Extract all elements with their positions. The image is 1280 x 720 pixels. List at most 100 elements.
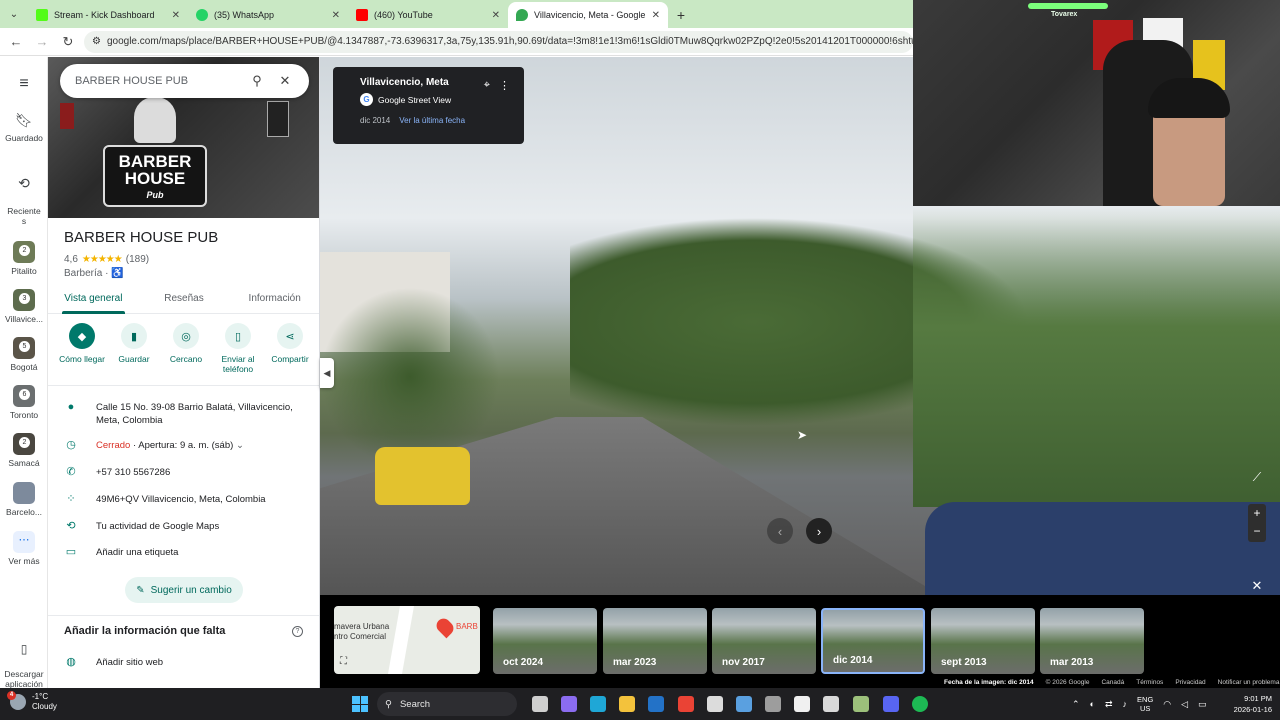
vpn-icon[interactable] [736,696,752,712]
tab-information[interactable]: Información [229,286,319,313]
previous-image-button[interactable]: ‹ [767,518,793,544]
terms-link[interactable]: Términos [1136,679,1163,686]
forward-arrow-icon[interactable]: → [32,32,52,52]
hours-row[interactable]: ◷ Cerrado · Apertura: 9 a. m. (sáb) ⌄ [64,439,310,452]
plus-code-row[interactable]: ⁘ 49M6+QV Villavicencio, Meta, Colombia [64,493,310,506]
rail-item-pitalito[interactable]: 2 Pitalito [0,241,48,276]
explorer-icon[interactable] [619,696,635,712]
tab-overview[interactable]: Vista general [48,286,139,314]
search-input[interactable]: BARBER HOUSE PUB [75,75,243,87]
more-options-icon[interactable]: ⋮ [499,79,510,92]
expand-map-icon[interactable]: ⛶ [340,656,347,667]
url-field[interactable]: ⚙ google.com/maps/place/BARBER+HOUSE+PUB… [84,30,913,53]
location-pin-icon[interactable]: ⌖ [484,79,490,92]
close-tab-icon[interactable]: ✕ [172,10,180,21]
search-label: Search [399,698,431,710]
tray-chevron-up-icon[interactable]: ⌃ [1072,699,1080,710]
task-view-icon[interactable] [532,696,548,712]
region-link[interactable]: Canadá [1101,679,1124,686]
new-tab-button[interactable]: + [668,2,694,28]
store-icon[interactable] [707,696,723,712]
compass-icon[interactable]: ⟋ [1243,470,1271,490]
reload-icon[interactable]: ↻ [58,32,78,52]
weather-widget[interactable]: 4 -1°C Cloudy [7,691,57,712]
phone-row[interactable]: ✆ +57 310 5567286 [64,466,310,479]
timeline-thumb-active[interactable]: dic 2014 [821,608,925,674]
review-count[interactable]: (189) [126,254,149,265]
copilot-icon[interactable] [561,696,577,712]
add-website-row[interactable]: ◍ Añadir sitio web [64,656,310,669]
edge-icon[interactable] [590,696,606,712]
wifi-icon[interactable]: ◠ [1163,699,1171,710]
rail-item-samaca[interactable]: 2 Samacá [0,433,48,468]
send-to-phone-button[interactable]: ▯ Enviar al teléfono [212,323,264,374]
rail-item-villavicencio[interactable]: 3 Villavice... [0,289,48,324]
tray-network-app-icon[interactable]: ⇄ [1105,699,1113,710]
address-row[interactable]: ● Calle 15 No. 39-08 Barrio Balatá, Vill… [64,401,310,427]
taskbar-search[interactable]: ⚲ Search [377,692,517,716]
outlook-icon[interactable] [648,696,664,712]
volume-icon[interactable]: ◁ [1181,699,1188,710]
language-indicator[interactable]: ENG US [1137,695,1153,713]
timeline-thumb[interactable]: mar 2013 [1040,608,1144,674]
collapse-panel-button[interactable]: ◀ [320,358,334,388]
browser-tab-kick[interactable]: Stream - Kick Dashboard ✕ [28,2,188,28]
timeline-thumb[interactable]: oct 2024 [493,608,597,674]
browser-tab-whatsapp[interactable]: (35) WhatsApp ✕ [188,2,348,28]
directions-button[interactable]: ◆ Cómo llegar [56,323,108,374]
site-info-icon[interactable]: ⚙ [92,36,101,47]
rail-item-bogota[interactable]: 5 Bogotá [0,337,48,372]
help-icon[interactable]: ? [292,626,303,637]
privacy-link[interactable]: Privacidad [1175,679,1205,686]
windows-start-icon[interactable] [352,696,368,712]
tab-search-chevron-icon[interactable]: ⌄ [0,0,28,28]
zoom-in-button[interactable]: + [1248,504,1266,522]
close-tab-icon[interactable]: ✕ [652,10,660,21]
spotify-icon[interactable] [912,696,928,712]
mouse-cursor-icon: ➤ [797,428,808,442]
tray-app-icon[interactable]: ◐ [1090,699,1095,709]
report-problem-link[interactable]: Notificar un problema [1218,679,1280,686]
close-street-view-icon[interactable]: ✕ [1249,578,1265,594]
hamburger-menu-icon[interactable]: ≡ [0,75,48,93]
suggest-edit-button[interactable]: ✎ Sugerir un cambio [125,577,243,603]
zoom-out-button[interactable]: − [1248,522,1266,540]
activity-row[interactable]: ⟲ Tu actividad de Google Maps [64,520,310,533]
mini-map[interactable]: mavera Urbana ntro Comercial BARB ⛶ [334,606,480,674]
maps-search-box[interactable]: BARBER HOUSE PUB ⚲ ✕ [60,64,309,98]
tab-reviews[interactable]: Reseñas [139,286,230,313]
rail-item-toronto[interactable]: 6 Toronto [0,385,48,420]
timeline-thumb[interactable]: mar 2023 [603,608,707,674]
search-icon[interactable]: ⚲ [243,73,271,89]
timeline-thumb[interactable]: nov 2017 [712,608,816,674]
place-category[interactable]: Barbería · ♿ [64,268,124,279]
battery-icon[interactable]: ▭ [1198,699,1207,710]
clear-search-icon[interactable]: ✕ [271,73,299,89]
taskbar-clock[interactable]: 9:01 PM 2026-01-16 [1222,693,1272,715]
rail-item-recents[interactable]: ⟲ Reciente s [0,165,48,236]
save-button[interactable]: ▮ Guardar [108,323,160,374]
rail-item-barcelona[interactable]: Barcelo... [0,482,48,517]
chrome-icon[interactable] [678,696,694,712]
discord-icon[interactable] [883,696,899,712]
close-tab-icon[interactable]: ✕ [492,10,500,21]
rail-item-saved[interactable]: 🔖︎ Guardado [0,112,48,143]
close-tab-icon[interactable]: ✕ [332,10,340,21]
latest-date-link[interactable]: Ver la última fecha [399,116,465,125]
browser-tab-youtube[interactable]: (460) YouTube ✕ [348,2,508,28]
share-button[interactable]: ⋖ Compartir [264,323,316,374]
microphone-icon[interactable]: ♪ [1123,699,1128,709]
date: 2026-01-16 [1233,705,1272,714]
next-image-button[interactable]: › [806,518,832,544]
chevron-down-icon[interactable]: ⌄ [236,440,244,451]
timeline-thumb[interactable]: sept 2013 [931,608,1035,674]
browser-tab-maps[interactable]: Villavicencio, Meta - Google M ✕ [508,2,668,28]
notepad-icon[interactable] [823,696,839,712]
rail-item-more[interactable]: ⋯ Ver más [0,531,48,566]
back-arrow-icon[interactable]: ← [6,32,26,52]
capcut-icon[interactable] [794,696,810,712]
maps-app-icon[interactable] [853,696,869,712]
nearby-button[interactable]: ◎ Cercano [160,323,212,374]
add-label-row[interactable]: ▭ Añadir una etiqueta [64,546,310,559]
grid-app-icon[interactable] [765,696,781,712]
